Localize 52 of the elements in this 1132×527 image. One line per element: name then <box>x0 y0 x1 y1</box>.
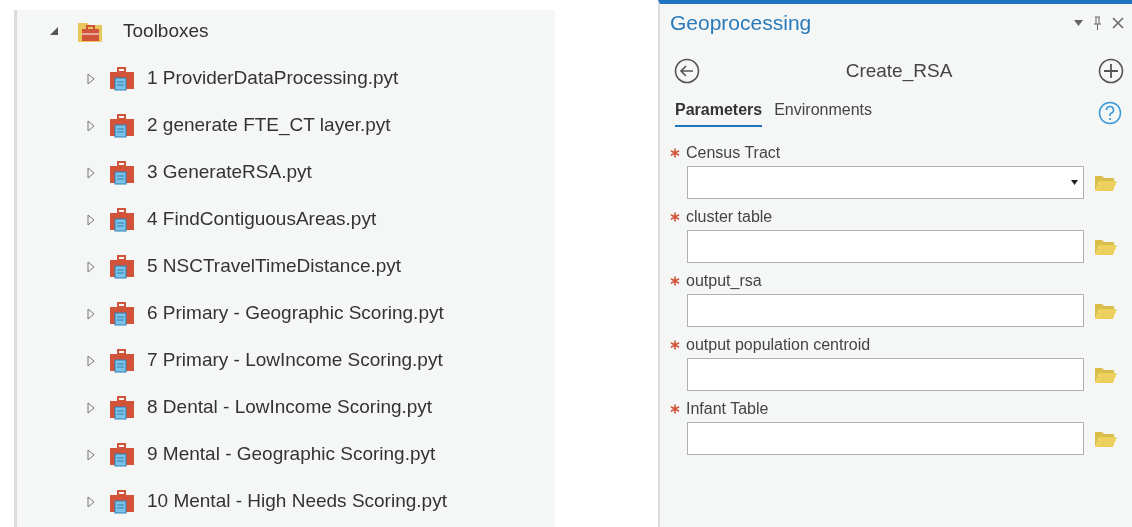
expand-caret-icon[interactable] <box>87 213 95 226</box>
toolbox-icon <box>109 113 135 138</box>
expand-caret-icon[interactable] <box>87 260 95 273</box>
expand-caret-icon[interactable] <box>87 119 95 132</box>
dropdown-caret-icon[interactable] <box>1074 20 1083 26</box>
tree-item-label[interactable]: 7 Primary - LowIncome Scoring.pyt <box>147 346 443 375</box>
toolbox-icon <box>109 160 135 185</box>
tree-item-label[interactable]: 4 FindContiguousAreas.pyt <box>147 205 377 234</box>
expand-caret-icon[interactable] <box>87 495 95 508</box>
toolbox-icon <box>109 489 135 514</box>
toolbox-icon <box>109 254 135 279</box>
pin-icon[interactable] <box>1093 16 1102 30</box>
expand-caret-icon[interactable] <box>87 401 95 414</box>
parameter-dropdown[interactable] <box>687 166 1084 199</box>
tree-item-label[interactable]: 6 Primary - Geographic Scoring.pyt <box>147 299 444 328</box>
toolbox-icon <box>109 348 135 373</box>
help-icon[interactable] <box>1098 100 1122 125</box>
tree-item-label[interactable]: 3 GenerateRSA.pyt <box>147 158 312 187</box>
parameter-label: Infant Table <box>686 399 769 419</box>
expand-caret-icon[interactable] <box>87 448 95 461</box>
parameter-label: cluster table <box>686 207 773 227</box>
tree-item-label[interactable]: 9 Mental - Geographic Scoring.pyt <box>147 440 436 469</box>
toolbox-icon <box>109 301 135 326</box>
tool-name: Create_RSA <box>845 58 953 84</box>
parameter-label: output_rsa <box>686 271 762 291</box>
parameter-label: output population centroid <box>686 335 871 355</box>
tree-item-label[interactable]: Toolboxes <box>123 16 209 46</box>
add-icon[interactable] <box>1098 58 1124 84</box>
tree-item-label[interactable]: 2 generate FTE_CT layer.pyt <box>147 111 391 140</box>
pane-title: Geoprocessing <box>670 10 812 37</box>
parameter-input-field[interactable] <box>687 230 1084 263</box>
toolbox-icon <box>109 442 135 467</box>
pane-tab[interactable]: Environments <box>774 98 872 127</box>
dropdown-caret-icon <box>1071 180 1078 185</box>
tree-item-label[interactable]: 1 ProviderDataProcessing.pyt <box>147 64 399 93</box>
toolbox-icon <box>109 395 135 420</box>
parameter-input-field[interactable] <box>687 294 1084 327</box>
expand-caret-icon[interactable] <box>87 72 95 85</box>
pane-tab[interactable]: Parameters <box>675 98 763 127</box>
expand-caret-icon[interactable] <box>87 166 95 179</box>
collapse-caret-icon[interactable] <box>49 26 59 36</box>
tree-item-label[interactable]: 10 Mental - High Needs Scoring.pyt <box>147 487 447 516</box>
parameter-input-field[interactable] <box>687 358 1084 391</box>
parameter-label: Census Tract <box>686 143 781 163</box>
expand-caret-icon[interactable] <box>87 307 95 320</box>
parameter-input-field[interactable] <box>687 422 1084 455</box>
close-icon[interactable] <box>1112 17 1124 29</box>
toolbox-icon <box>109 66 135 91</box>
tree-item-label[interactable]: 5 NSCTravelTimeDistance.pyt <box>147 252 402 281</box>
tree-item-label[interactable]: 8 Dental - LowIncome Scoring.pyt <box>147 393 433 422</box>
expand-caret-icon[interactable] <box>87 354 95 367</box>
toolbox-icon <box>109 207 135 232</box>
